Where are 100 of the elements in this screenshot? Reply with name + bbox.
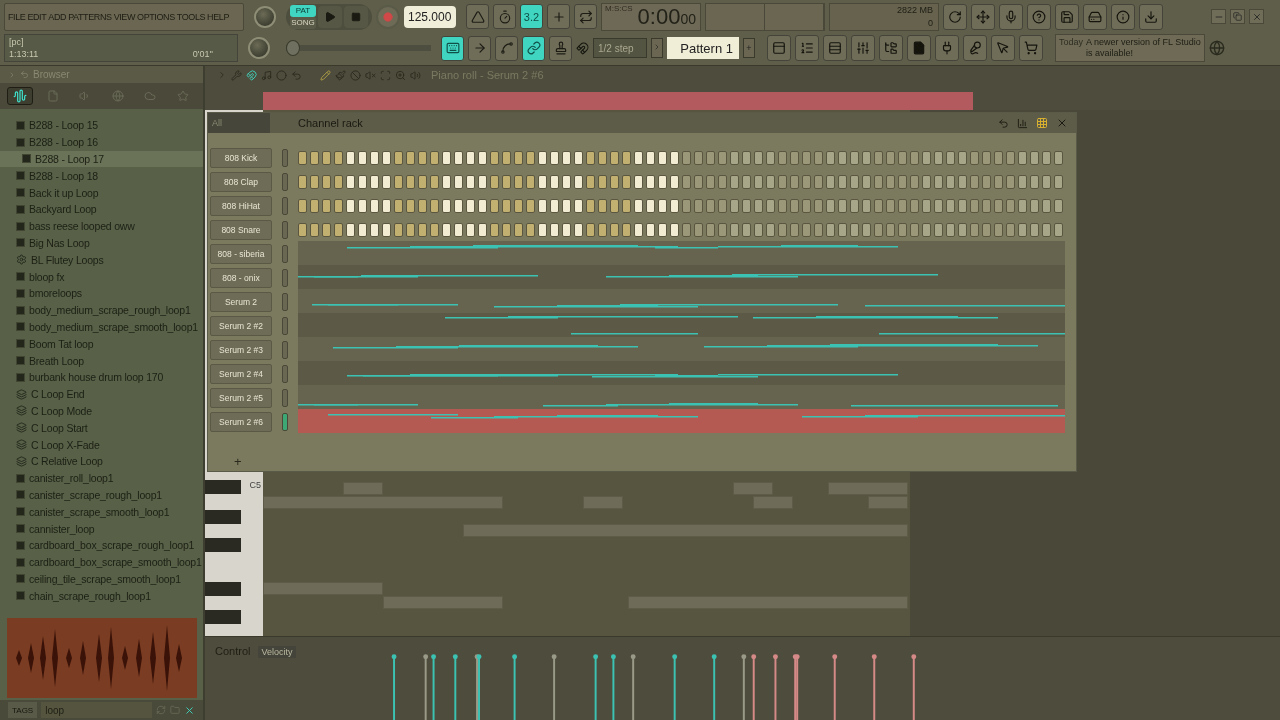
- step-button[interactable]: [526, 151, 535, 165]
- step-button[interactable]: [394, 199, 403, 213]
- step-button[interactable]: [922, 175, 931, 189]
- step-button[interactable]: [706, 199, 715, 213]
- channel-name[interactable]: Serum 2 #6: [210, 412, 272, 432]
- channel-name[interactable]: Serum 2 #2: [210, 316, 272, 336]
- step-button[interactable]: [862, 175, 871, 189]
- step-button[interactable]: [754, 151, 763, 165]
- step-button[interactable]: [766, 223, 775, 237]
- step-button[interactable]: [886, 223, 895, 237]
- step-button[interactable]: [514, 223, 523, 237]
- tool-button[interactable]: [971, 3, 995, 30]
- step-button[interactable]: [694, 223, 703, 237]
- step-button[interactable]: [994, 223, 1003, 237]
- step-button[interactable]: [298, 175, 307, 189]
- delete-icon[interactable]: [350, 69, 361, 81]
- step-button[interactable]: [682, 223, 691, 237]
- step-button[interactable]: [430, 151, 439, 165]
- step-button[interactable]: [718, 223, 727, 237]
- step-button[interactable]: [466, 199, 475, 213]
- channel-name[interactable]: Serum 2 #3: [210, 340, 272, 360]
- step-button[interactable]: [538, 175, 547, 189]
- step-button[interactable]: [454, 151, 463, 165]
- toggle-button[interactable]: [493, 4, 516, 30]
- step-button[interactable]: [310, 199, 319, 213]
- step-button[interactable]: [874, 199, 883, 213]
- brush-icon[interactable]: [335, 69, 346, 81]
- step-button[interactable]: [394, 175, 403, 189]
- step-button[interactable]: [1030, 223, 1039, 237]
- circle-icon[interactable]: [276, 69, 287, 81]
- step-button[interactable]: [334, 151, 343, 165]
- add-channel-button[interactable]: +: [234, 454, 242, 469]
- step-button[interactable]: [442, 175, 451, 189]
- close-icon[interactable]: [184, 704, 195, 716]
- step-button[interactable]: [826, 199, 835, 213]
- browser-item[interactable]: Big Nas Loop: [0, 234, 203, 252]
- step-button[interactable]: [886, 199, 895, 213]
- channel-select-indicator[interactable]: [282, 365, 288, 383]
- step-button[interactable]: [802, 199, 811, 213]
- step-button[interactable]: [994, 175, 1003, 189]
- step-button[interactable]: [490, 151, 499, 165]
- piano-roll-button[interactable]: [795, 35, 819, 62]
- step-button[interactable]: [442, 199, 451, 213]
- browser-item[interactable]: C Loop X-Fade: [0, 436, 203, 453]
- step-button[interactable]: [1054, 175, 1063, 189]
- step-button[interactable]: [1054, 151, 1063, 165]
- step-button[interactable]: [646, 223, 655, 237]
- step-button[interactable]: [298, 199, 307, 213]
- step-button[interactable]: [454, 199, 463, 213]
- step-button[interactable]: [550, 151, 559, 165]
- step-button[interactable]: [394, 223, 403, 237]
- menu-item[interactable]: ADD: [47, 11, 68, 22]
- toggle-button[interactable]: 3.2: [520, 4, 543, 30]
- menu-item[interactable]: TOOLS: [175, 11, 207, 22]
- browser-item[interactable]: cardboard_box_scrape_rough_loop1: [0, 536, 203, 554]
- undo-icon[interactable]: [291, 69, 302, 81]
- step-button[interactable]: [1042, 199, 1051, 213]
- step-button[interactable]: [406, 175, 415, 189]
- channel-select-indicator[interactable]: [282, 269, 288, 287]
- step-button[interactable]: [838, 223, 847, 237]
- tags-button[interactable]: TAGS: [8, 702, 38, 718]
- step-button[interactable]: [970, 151, 979, 165]
- toggle-button[interactable]: [522, 35, 545, 61]
- step-button[interactable]: [646, 151, 655, 165]
- step-button[interactable]: [682, 151, 691, 165]
- note-icon[interactable]: [261, 69, 272, 81]
- step-button[interactable]: [694, 199, 703, 213]
- step-button[interactable]: [490, 223, 499, 237]
- step-button[interactable]: [418, 151, 427, 165]
- step-button[interactable]: [706, 151, 715, 165]
- volume-knob[interactable]: [254, 5, 276, 28]
- step-button[interactable]: [370, 151, 379, 165]
- step-button[interactable]: [826, 151, 835, 165]
- step-button[interactable]: [622, 223, 631, 237]
- step-button[interactable]: [742, 223, 751, 237]
- step-button[interactable]: [1030, 199, 1039, 213]
- slider-thumb[interactable]: [286, 40, 300, 57]
- step-button[interactable]: [310, 151, 319, 165]
- step-button[interactable]: [562, 151, 571, 165]
- menu-item[interactable]: VIEW: [112, 11, 137, 22]
- snap-selector[interactable]: 1/2 step: [593, 38, 647, 59]
- step-button[interactable]: [538, 151, 547, 165]
- step-button[interactable]: [370, 223, 379, 237]
- step-button[interactable]: [454, 223, 463, 237]
- step-button[interactable]: [622, 175, 631, 189]
- step-button[interactable]: [886, 175, 895, 189]
- channel-select-indicator[interactable]: [282, 317, 288, 335]
- menu-item[interactable]: EDIT: [26, 11, 48, 22]
- step-button[interactable]: [550, 175, 559, 189]
- step-button[interactable]: [814, 175, 823, 189]
- step-button[interactable]: [778, 223, 787, 237]
- step-button[interactable]: [946, 151, 955, 165]
- step-button[interactable]: [322, 199, 331, 213]
- step-button[interactable]: [562, 223, 571, 237]
- step-button[interactable]: [910, 151, 919, 165]
- channel-name[interactable]: 808 Kick: [210, 148, 272, 168]
- channel-name[interactable]: 808 Snare: [210, 220, 272, 240]
- step-button[interactable]: [526, 175, 535, 189]
- toggle-button[interactable]: [574, 4, 597, 30]
- step-button[interactable]: [1018, 175, 1027, 189]
